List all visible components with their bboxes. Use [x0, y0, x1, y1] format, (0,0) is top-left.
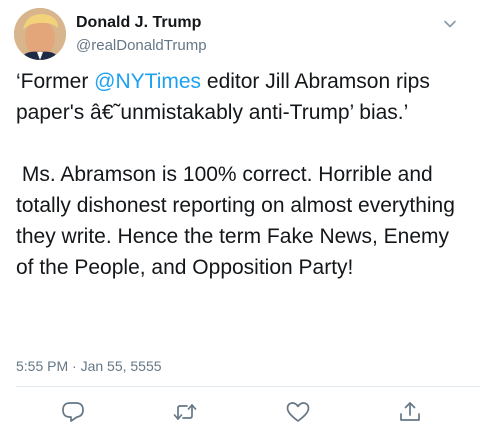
reply-button[interactable] [60, 400, 86, 424]
tweet-text: ‘Former @NYTimes editor Jill Abramson ri… [16, 66, 472, 283]
avatar-image [14, 8, 66, 60]
tweet-text-part: ‘Former [16, 70, 95, 93]
reply-icon [62, 402, 84, 422]
retweet-button[interactable] [172, 400, 198, 424]
author-name[interactable]: Donald J. Trump [76, 14, 201, 32]
tweet-timestamp[interactable]: 5:55 PM · Jan 55, 5555 [16, 358, 162, 374]
like-button[interactable] [285, 400, 311, 424]
share-button[interactable] [397, 400, 423, 424]
share-icon [400, 402, 420, 421]
heart-icon [286, 402, 310, 422]
tweet-card: Donald J. Trump @realDonaldTrump ‘Former… [0, 0, 480, 440]
tweet-text-part: editor Jill Abramson rips paper's â€˜unm… [16, 70, 455, 279]
avatar[interactable] [14, 8, 66, 60]
retweet-icon [173, 404, 197, 420]
chevron-down-icon[interactable] [440, 14, 460, 34]
divider [16, 386, 480, 387]
author-handle[interactable]: @realDonaldTrump [76, 37, 207, 54]
mention-link[interactable]: @NYTimes [94, 70, 201, 93]
